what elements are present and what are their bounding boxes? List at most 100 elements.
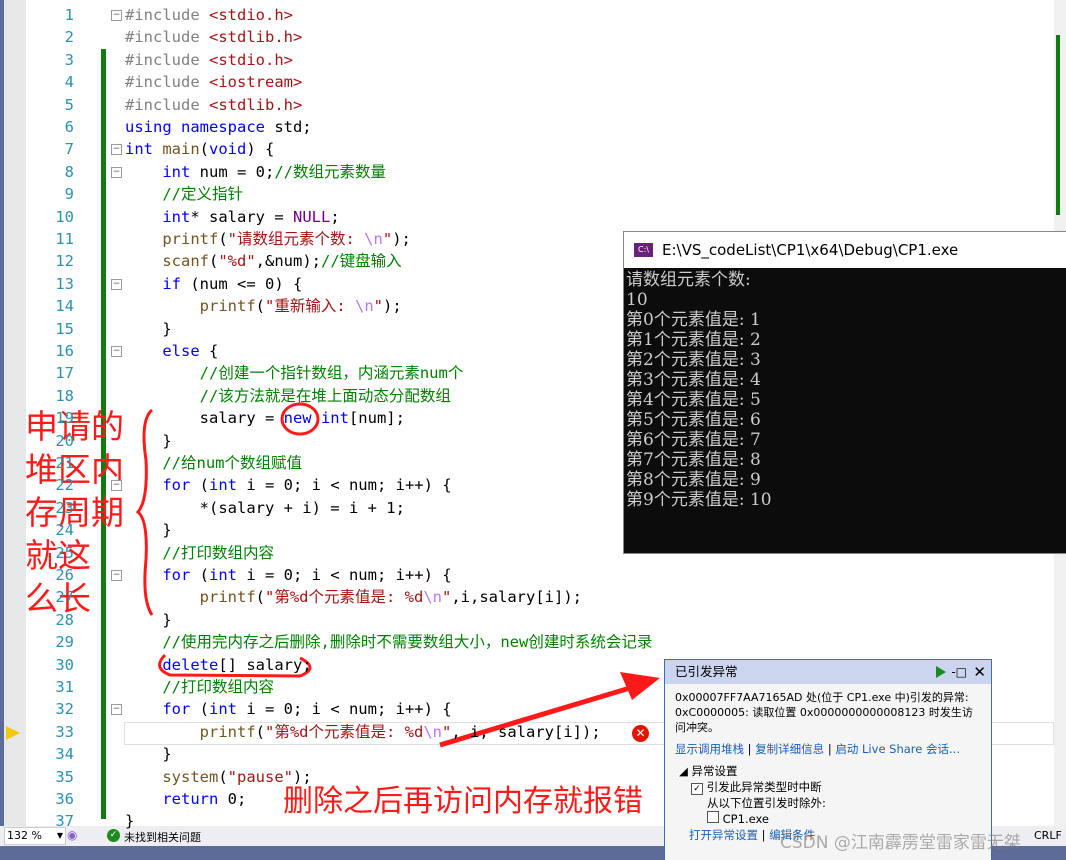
exception-links: 显示调用堆栈 | 复制详细信息 | 启动 Live Share 会话... [675, 742, 960, 756]
line-number: 5 [64, 95, 74, 114]
line-number: 14 [55, 297, 74, 316]
console-line: 第0个元素值是: 1 [626, 310, 761, 330]
code-token: ( [209, 252, 219, 271]
code-line[interactable]: } [125, 430, 171, 452]
break-checkbox[interactable]: ✓ [691, 783, 703, 795]
code-line[interactable]: else { [125, 340, 218, 362]
code-line[interactable]: for (int i = 0; i < num; i++) { [125, 474, 451, 496]
code-token: //打印数组内容 [162, 543, 274, 562]
fold-toggle-icon[interactable]: − [111, 346, 122, 357]
code-line[interactable]: printf("第%d个元素值是: %d\n",i,salary[i]); [125, 586, 582, 608]
fold-toggle-icon[interactable]: − [111, 10, 122, 21]
code-line[interactable]: //打印数组内容 [125, 542, 274, 564]
code-token: <stdio.h> [209, 6, 293, 24]
code-token: (num <= 0) { [190, 274, 303, 293]
console-titlebar[interactable]: C:\ E:\VS_codeList\CP1\x64\Debug\CP1.exe [624, 232, 1066, 268]
code-line[interactable]: using namespace std; [125, 116, 312, 138]
code-token: int [209, 476, 247, 495]
code-token: { [209, 342, 219, 360]
code-token: printf [162, 230, 219, 248]
console-window[interactable]: C:\ E:\VS_codeList\CP1\x64\Debug\CP1.exe… [623, 231, 1066, 554]
code-line[interactable]: } [125, 318, 171, 340]
exception-popup[interactable]: 已引发异常 -□ ✕ 0x00007FF7AA7165AD 处(位于 CP1.e… [664, 659, 992, 860]
code-token: } [125, 812, 135, 831]
code-line[interactable]: printf("重新输入: \n"); [125, 295, 402, 317]
fold-toggle-icon[interactable]: − [111, 144, 122, 156]
issues-status[interactable]: 未找到相关问题 [124, 829, 201, 845]
code-token: i = 0; i < num; i++) { [246, 566, 452, 584]
fold-toggle-icon[interactable]: − [111, 570, 122, 581]
line-ending[interactable]: CRLF [1034, 829, 1062, 842]
code-token: system [162, 767, 219, 786]
fold-toggle-icon[interactable]: − [111, 278, 122, 290]
fold-toggle-icon[interactable]: − [111, 480, 122, 492]
code-token: "请数组元素个数: [227, 230, 365, 248]
code-line[interactable]: //使用完内存之后删除,删除时不需要数组大小，new创建时系统会记录 [125, 631, 652, 653]
show-call-stack-link[interactable]: 显示调用堆栈 [675, 742, 744, 756]
code-line[interactable]: #include <stdlib.h> [125, 26, 302, 48]
code-line[interactable]: #include <stdio.h> [125, 4, 293, 26]
code-token: #include [125, 6, 209, 24]
code-token: "重新输入: [265, 297, 355, 316]
code-line[interactable]: //该方法就是在堆上面动态分配数组 [125, 385, 451, 407]
code-line[interactable]: //给num个数组赋值 [125, 452, 302, 474]
console-line: 第9个元素值是: 10 [626, 490, 772, 510]
code-line[interactable]: *(salary + i) = i + 1; [125, 497, 405, 519]
edit-conditions-link[interactable]: 编辑条件 [769, 828, 815, 842]
code-token: salary = [125, 409, 284, 428]
code-line[interactable]: if (num <= 0) { [125, 273, 302, 295]
code-token: int [125, 140, 163, 159]
code-line[interactable]: system("pause"); [125, 766, 311, 788]
code-line[interactable]: } [125, 810, 134, 832]
cp1-checkbox[interactable] [707, 811, 719, 823]
exception-settings-toggle[interactable]: ◢ 异常设置 [679, 763, 981, 779]
code-line[interactable]: } [125, 743, 171, 765]
code-line[interactable]: } [125, 519, 171, 541]
code-line[interactable]: #include <iostream> [125, 71, 302, 93]
pin-icon[interactable]: -□ [951, 660, 967, 684]
code-line[interactable]: for (int i = 0; i < num; i++) { [125, 698, 451, 720]
open-exception-settings-link[interactable]: 打开异常设置 [689, 828, 758, 842]
code-line[interactable]: #include <stdio.h> [125, 49, 293, 71]
code-line[interactable]: int num = 0;//数组元素数量 [125, 161, 386, 183]
live-share-link[interactable]: 启动 Live Share 会话... [835, 742, 960, 756]
code-line[interactable]: scanf("%d",&num);//键盘输入 [125, 250, 401, 272]
code-line[interactable]: //打印数组内容 [125, 676, 274, 698]
code-token: num = 0; [199, 162, 275, 181]
line-number: 28 [55, 610, 74, 629]
line-number: 7 [64, 140, 74, 159]
code-line[interactable]: //定义指针 [125, 183, 243, 205]
close-icon[interactable]: ✕ [973, 660, 986, 684]
code-token: else [162, 342, 209, 360]
code-line[interactable]: #include <stdlib.h> [125, 94, 302, 116]
code-token: //给num个数组赋值 [162, 454, 302, 472]
line-number: 15 [55, 319, 74, 338]
code-line[interactable]: //创建一个指针数组，内涵元素num个 [125, 362, 464, 384]
code-token: [num]; [348, 409, 405, 428]
console-line: 10 [626, 290, 648, 310]
code-token: main [162, 140, 200, 159]
copy-details-link[interactable]: 复制详细信息 [755, 742, 824, 756]
code-line[interactable]: int main(void) { [125, 138, 274, 160]
continue-icon[interactable] [936, 666, 946, 678]
handwritten-bottom-note: 删除之后再访问内存就报错 [283, 784, 643, 819]
code-token: int [209, 700, 247, 719]
code-line[interactable]: int* salary = NULL; [125, 206, 339, 228]
code-line[interactable]: printf("第%d个元素值是: %d\n", i, salary[i]); [125, 721, 601, 743]
code-line[interactable]: } [125, 609, 171, 631]
code-line[interactable]: printf("请数组元素个数: \n"); [125, 228, 411, 250]
code-line[interactable]: delete[] salary; [125, 654, 311, 676]
code-line[interactable]: for (int i = 0; i < num; i++) { [125, 564, 452, 586]
fold-toggle-icon[interactable]: − [111, 704, 122, 716]
line-number: 32 [55, 700, 74, 719]
code-line[interactable]: salary = new int[num]; [125, 407, 405, 429]
code-line[interactable]: return 0; [125, 788, 246, 810]
code-token: ( [199, 476, 209, 495]
fold-toggle-icon[interactable]: − [111, 166, 122, 178]
